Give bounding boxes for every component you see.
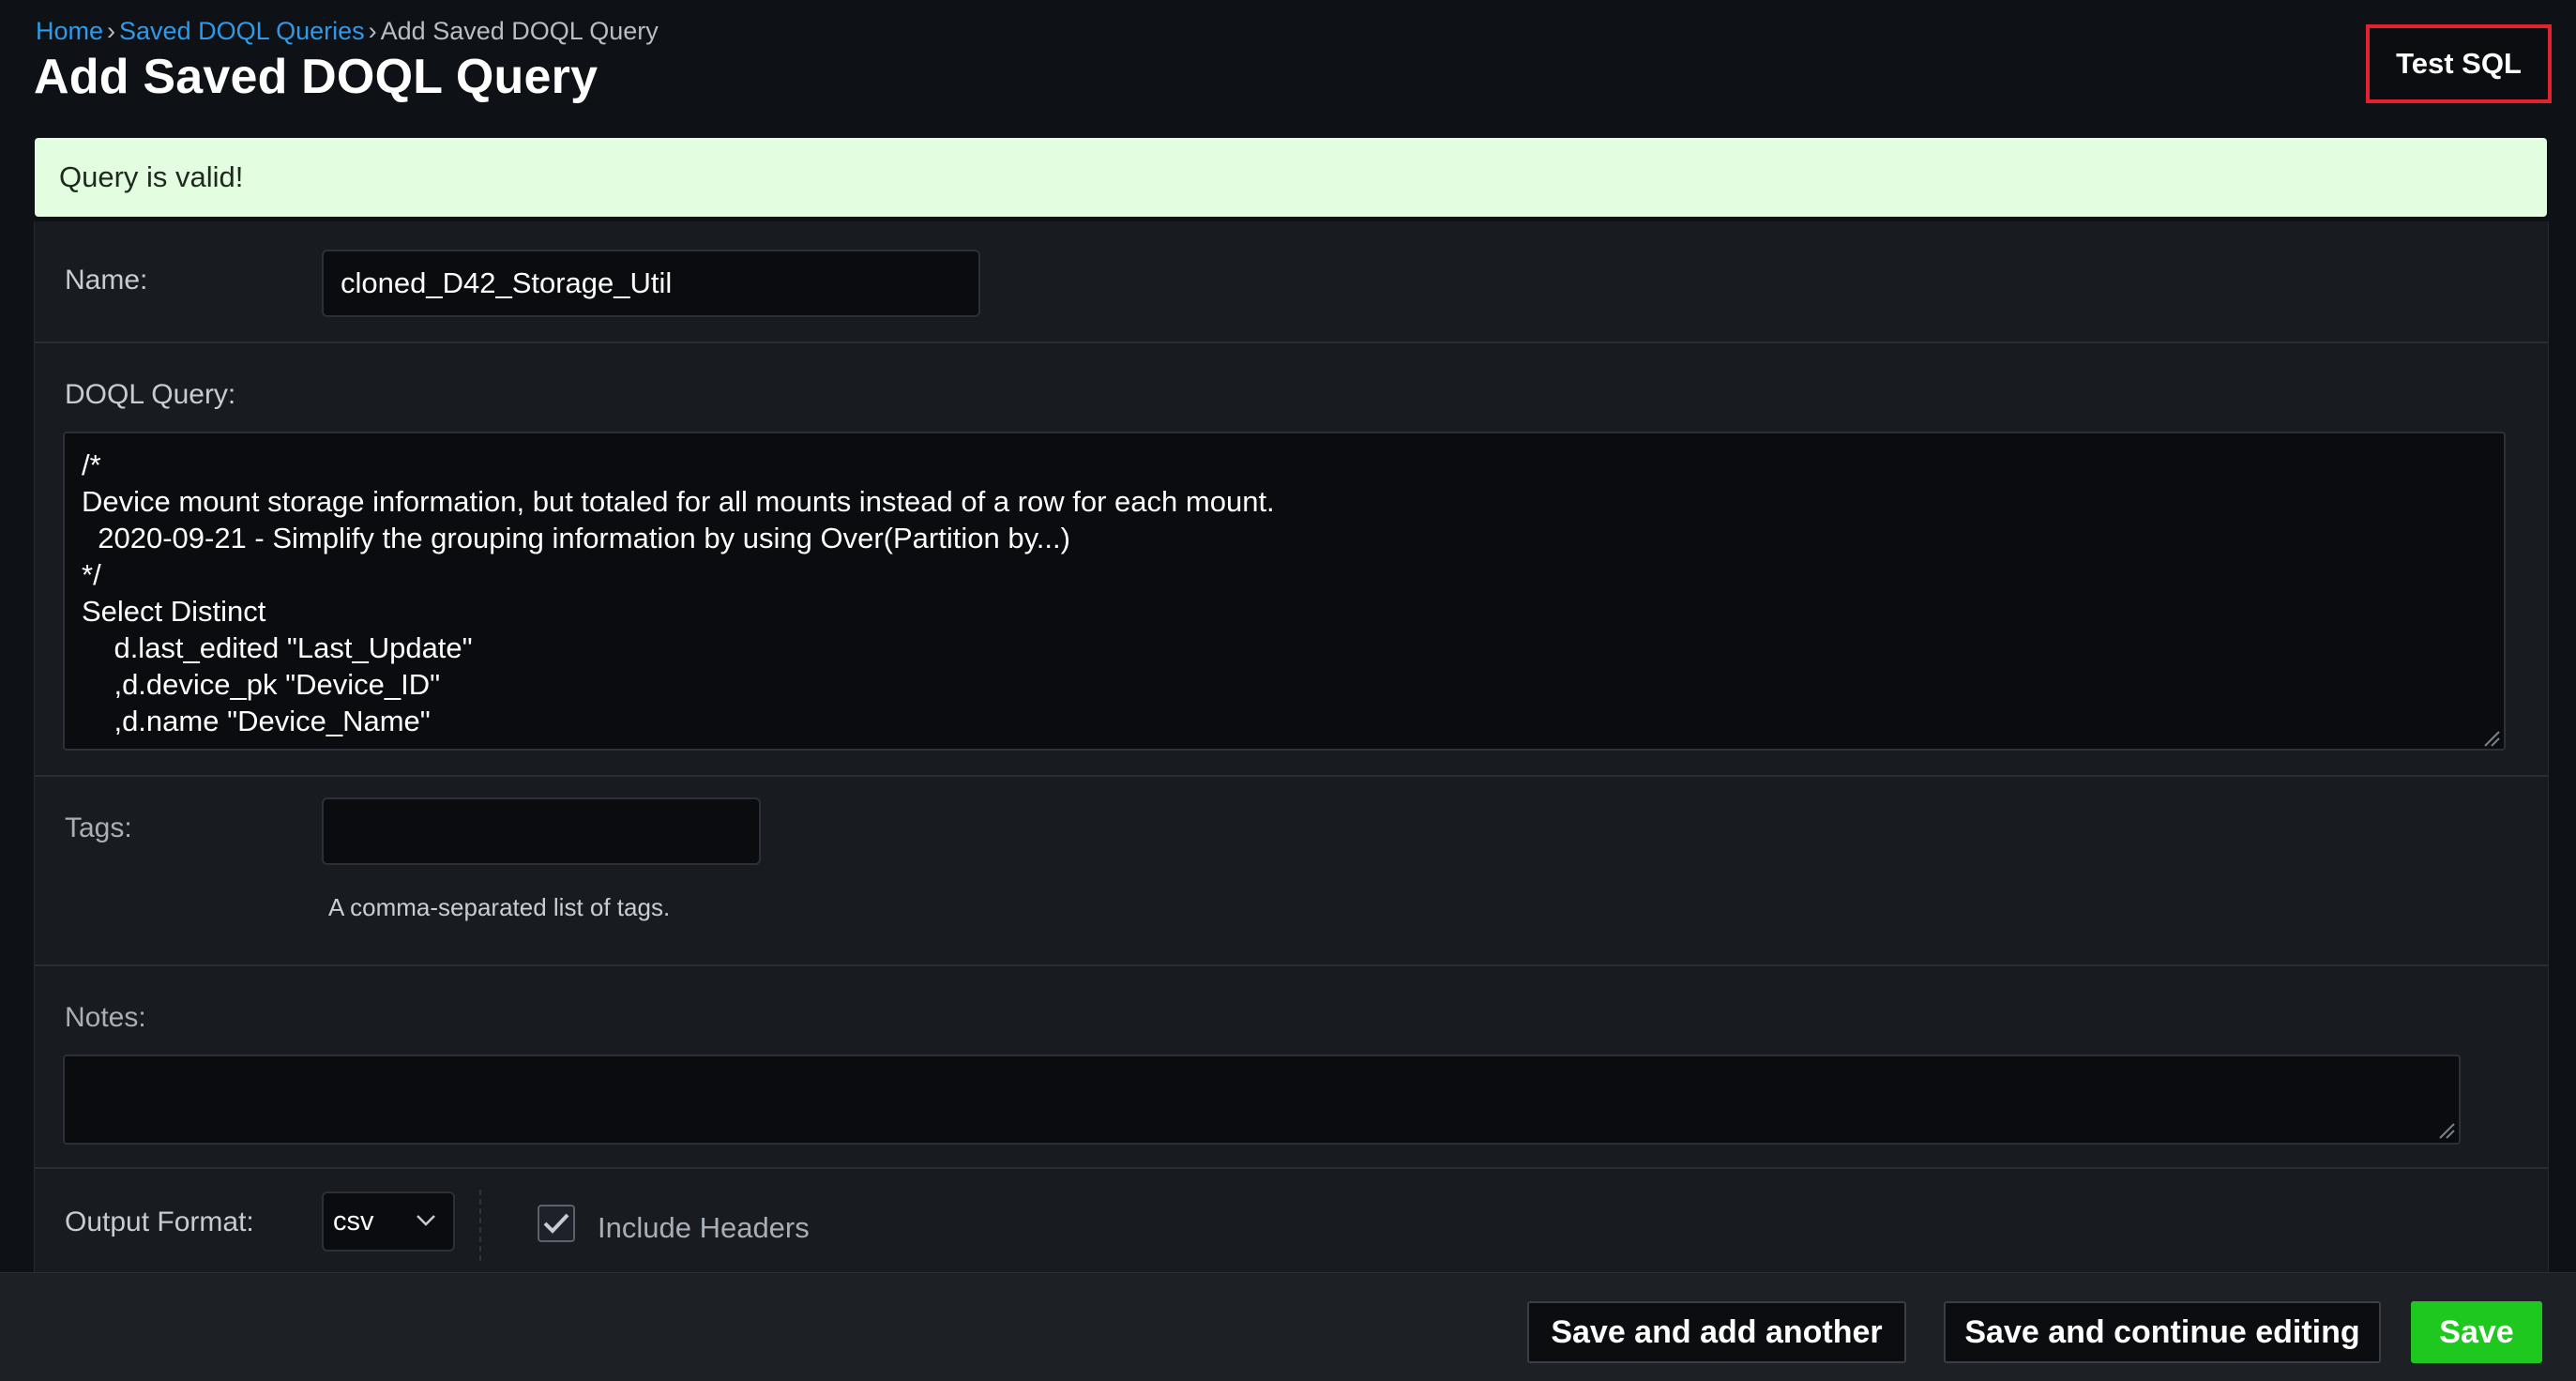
save-and-continue-editing-button[interactable]: Save and continue editing (1944, 1301, 2381, 1363)
notes-textarea[interactable] (63, 1055, 2461, 1145)
name-input[interactable] (322, 250, 980, 317)
doql-query-label: DOQL Query: (65, 379, 236, 410)
breadcrumb-separator: › (368, 17, 377, 45)
output-format-selected: csv (333, 1206, 374, 1237)
output-format-label: Output Format: (65, 1206, 254, 1237)
breadcrumb: Home › Saved DOQL Queries › Add Saved DOQL Q… (36, 17, 659, 46)
chevron-down-icon (417, 1215, 435, 1226)
resize-grip-icon[interactable] (2481, 728, 2500, 747)
row-divider (35, 775, 2548, 777)
include-headers-label[interactable]: Include Headers (598, 1211, 810, 1245)
notes-label: Notes: (65, 1002, 146, 1033)
breadcrumb-saved-queries-link[interactable]: Saved DOQL Queries (119, 17, 365, 45)
vertical-separator (479, 1190, 481, 1261)
success-alert-message: Query is valid! (59, 160, 244, 193)
success-alert: Query is valid! (35, 138, 2547, 217)
row-divider (35, 341, 2548, 343)
breadcrumb-home-link[interactable]: Home (36, 17, 103, 45)
save-and-add-another-button[interactable]: Save and add another (1527, 1301, 1906, 1363)
page: Home › Saved DOQL Queries › Add Saved DOQL Q… (0, 0, 2576, 1381)
resize-grip-icon[interactable] (2436, 1120, 2455, 1139)
breadcrumb-current: Add Saved DOQL Query (380, 17, 659, 45)
output-format-select[interactable]: csv (322, 1191, 455, 1252)
name-label: Name: (65, 265, 148, 296)
tags-help-text: A comma-separated list of tags. (328, 893, 671, 921)
breadcrumb-separator: › (107, 17, 116, 45)
include-headers-checkbox[interactable] (538, 1205, 575, 1242)
save-button[interactable]: Save (2411, 1301, 2542, 1363)
doql-query-textarea[interactable]: /* Device mount storage information, but… (63, 432, 2506, 751)
form-panel: Name: DOQL Query: /* Device mount storag… (34, 221, 2549, 1272)
row-divider (35, 1167, 2548, 1169)
row-divider (35, 964, 2548, 966)
footer-bar: Save and add another Save and continue e… (0, 1272, 2576, 1381)
test-sql-button[interactable]: Test SQL (2366, 24, 2552, 103)
tags-input[interactable] (322, 797, 761, 865)
tags-label: Tags: (65, 812, 132, 843)
page-title: Add Saved DOQL Query (34, 50, 599, 104)
checkmark-icon (543, 1213, 569, 1234)
